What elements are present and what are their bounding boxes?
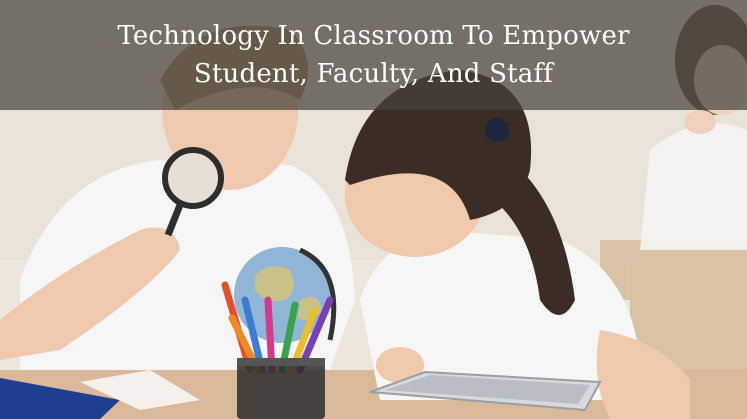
title-line-1: Technology In Classroom To Empower — [117, 21, 630, 51]
title-banner: Technology In Classroom To Empower Stude… — [0, 0, 747, 110]
magnifying-glass — [162, 147, 224, 209]
title-line-2: Student, Faculty, And Staff — [193, 59, 554, 89]
hero-image: Technology In Classroom To Empower Stude… — [0, 0, 747, 419]
hair-bow — [485, 118, 509, 142]
